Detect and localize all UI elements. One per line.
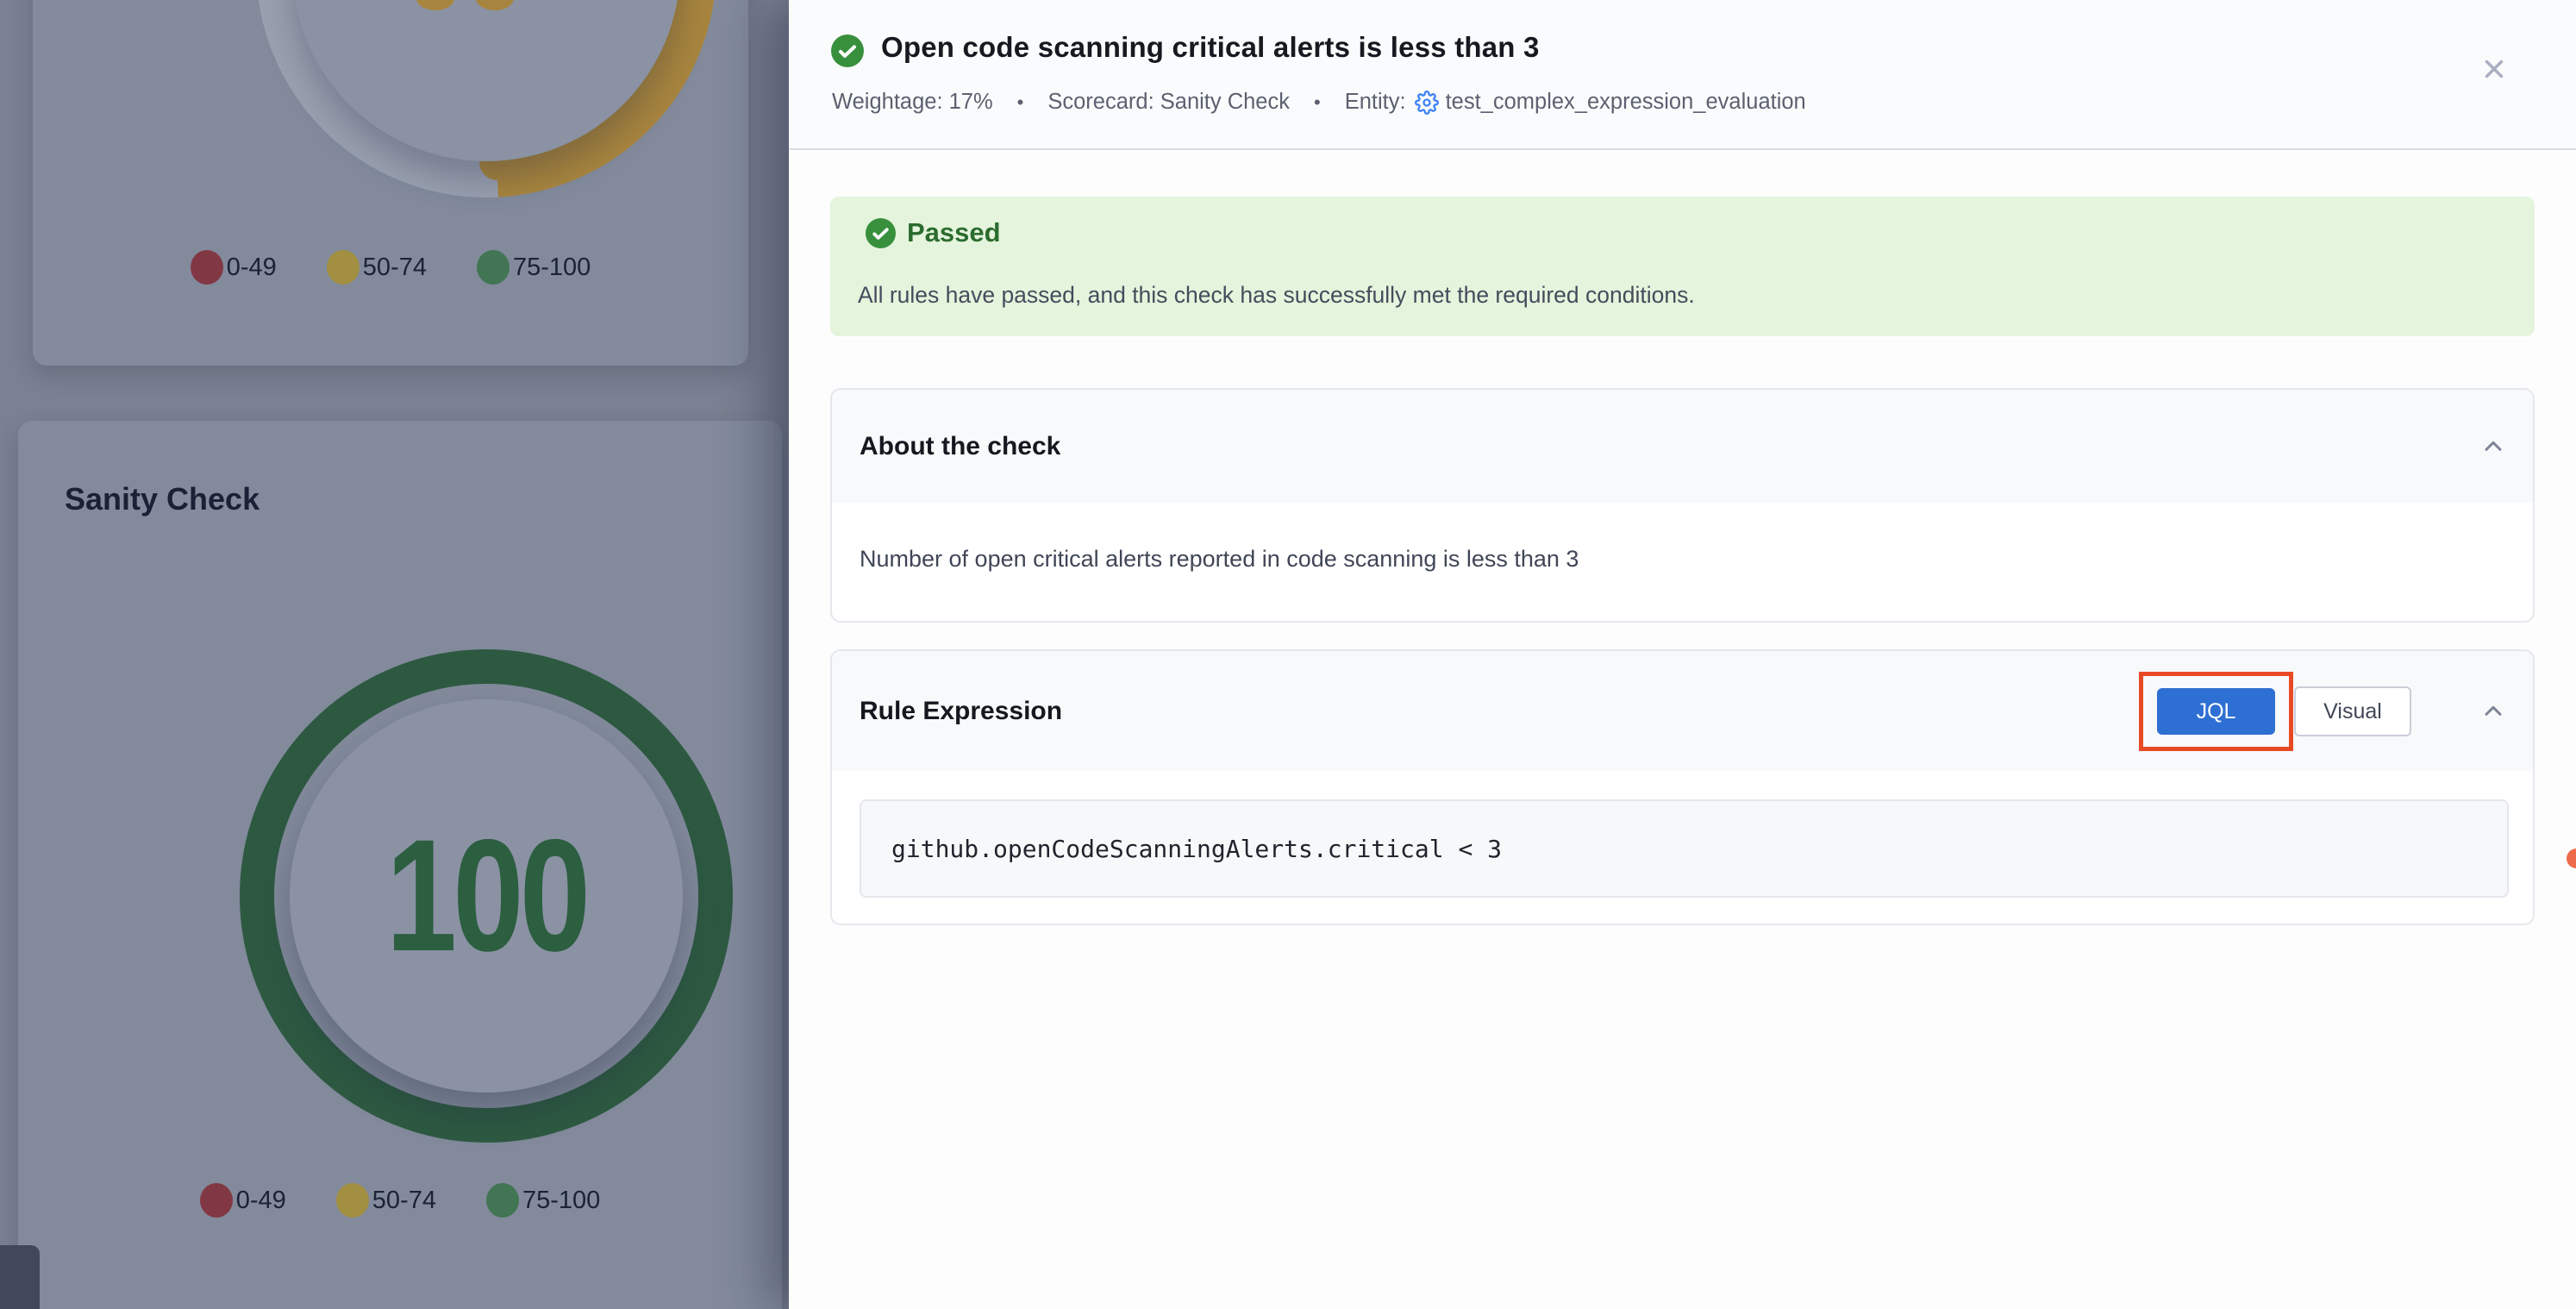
- rule-expression-card: Rule Expression JQL Visual github.openCo…: [830, 649, 2535, 925]
- scorecard-title: Sanity Check: [65, 481, 259, 517]
- legend-dot-green: [486, 1183, 519, 1218]
- bullet-separator: •: [1314, 91, 1321, 114]
- rule-expression-header: Rule Expression JQL Visual: [832, 651, 2533, 771]
- legend-label: 0-49: [236, 1187, 286, 1215]
- close-icon: [2479, 54, 2509, 84]
- legend-label: 0-49: [227, 254, 277, 282]
- status-title: Passed: [907, 217, 1001, 248]
- background-corner-block: [0, 1245, 40, 1309]
- scorecard-card-sanity: Sanity Check 100 0-49 50-74 75-100: [18, 421, 782, 1309]
- legend-item-high[interactable]: 75-100: [486, 1183, 600, 1218]
- rule-expression-code-box: github.openCodeScanningAlerts.critical <…: [860, 799, 2509, 898]
- legend-dot-red: [191, 250, 223, 285]
- legend-dot-green: [477, 250, 510, 285]
- weightage-value: Weightage: 17%: [832, 90, 993, 115]
- tab-jql[interactable]: JQL: [2157, 688, 2275, 735]
- legend-label: 75-100: [513, 254, 591, 282]
- jql-tab-highlight-box: JQL: [2139, 672, 2293, 751]
- check-details-panel: Open code scanning critical alerts is le…: [789, 0, 2576, 1309]
- close-button[interactable]: [2479, 53, 2510, 85]
- rule-expression-code: github.openCodeScanningAlerts.critical <…: [891, 835, 1502, 863]
- sanity-gauge-score: 100: [329, 699, 644, 1093]
- legend-item-low[interactable]: 0-49: [200, 1183, 286, 1218]
- about-check-card: About the check Number of open critical …: [830, 388, 2535, 623]
- legend-label: 75-100: [522, 1187, 600, 1215]
- legend-item-mid[interactable]: 50-74: [336, 1183, 436, 1218]
- legend-item-high[interactable]: 75-100: [477, 250, 591, 285]
- legend-label: 50-74: [363, 254, 427, 282]
- header-divider: [789, 148, 2576, 150]
- gear-icon: [1415, 91, 1439, 115]
- about-check-body: Number of open critical alerts reported …: [860, 546, 1579, 573]
- gauge-legend: 0-49 50-74 75-100: [18, 1183, 782, 1218]
- legend-dot-red: [200, 1183, 233, 1218]
- entity-name: test_complex_expression_evaluation: [1446, 90, 1806, 115]
- scorecard-value: Scorecard: Sanity Check: [1047, 90, 1290, 115]
- check-circle-icon: [831, 34, 864, 67]
- check-meta-row: Weightage: 17% • Scorecard: Sanity Check…: [832, 90, 1806, 115]
- dashboard-backdrop: 0-49 50-74 75-100 Sanity Check 100 0-49 …: [0, 0, 789, 1309]
- edge-notification-dot: [2567, 849, 2576, 868]
- legend-item-low[interactable]: 0-49: [191, 250, 277, 285]
- entity-label: Entity:: [1345, 90, 1406, 115]
- chevron-up-icon[interactable]: [2479, 698, 2507, 725]
- tab-visual[interactable]: Visual: [2294, 686, 2411, 736]
- check-circle-icon: [866, 218, 896, 248]
- legend-label: 50-74: [372, 1187, 436, 1215]
- legend-dot-gold: [336, 1183, 369, 1218]
- section-title: Rule Expression: [860, 697, 1062, 726]
- section-title: About the check: [860, 432, 1060, 461]
- bullet-separator: •: [1017, 91, 1024, 114]
- legend-dot-gold: [327, 250, 360, 285]
- status-description: All rules have passed, and this check ha…: [858, 282, 1695, 309]
- panel-header: Open code scanning critical alerts is le…: [789, 0, 2576, 148]
- about-check-header[interactable]: About the check: [832, 390, 2533, 503]
- passed-status-banner: Passed All rules have passed, and this c…: [830, 197, 2535, 336]
- chevron-up-icon[interactable]: [2479, 433, 2507, 460]
- page-title: Open code scanning critical alerts is le…: [881, 31, 1540, 64]
- scorecard-card-top: 0-49 50-74 75-100: [33, 0, 748, 366]
- legend-item-mid[interactable]: 50-74: [327, 250, 427, 285]
- gauge-legend: 0-49 50-74 75-100: [33, 250, 748, 285]
